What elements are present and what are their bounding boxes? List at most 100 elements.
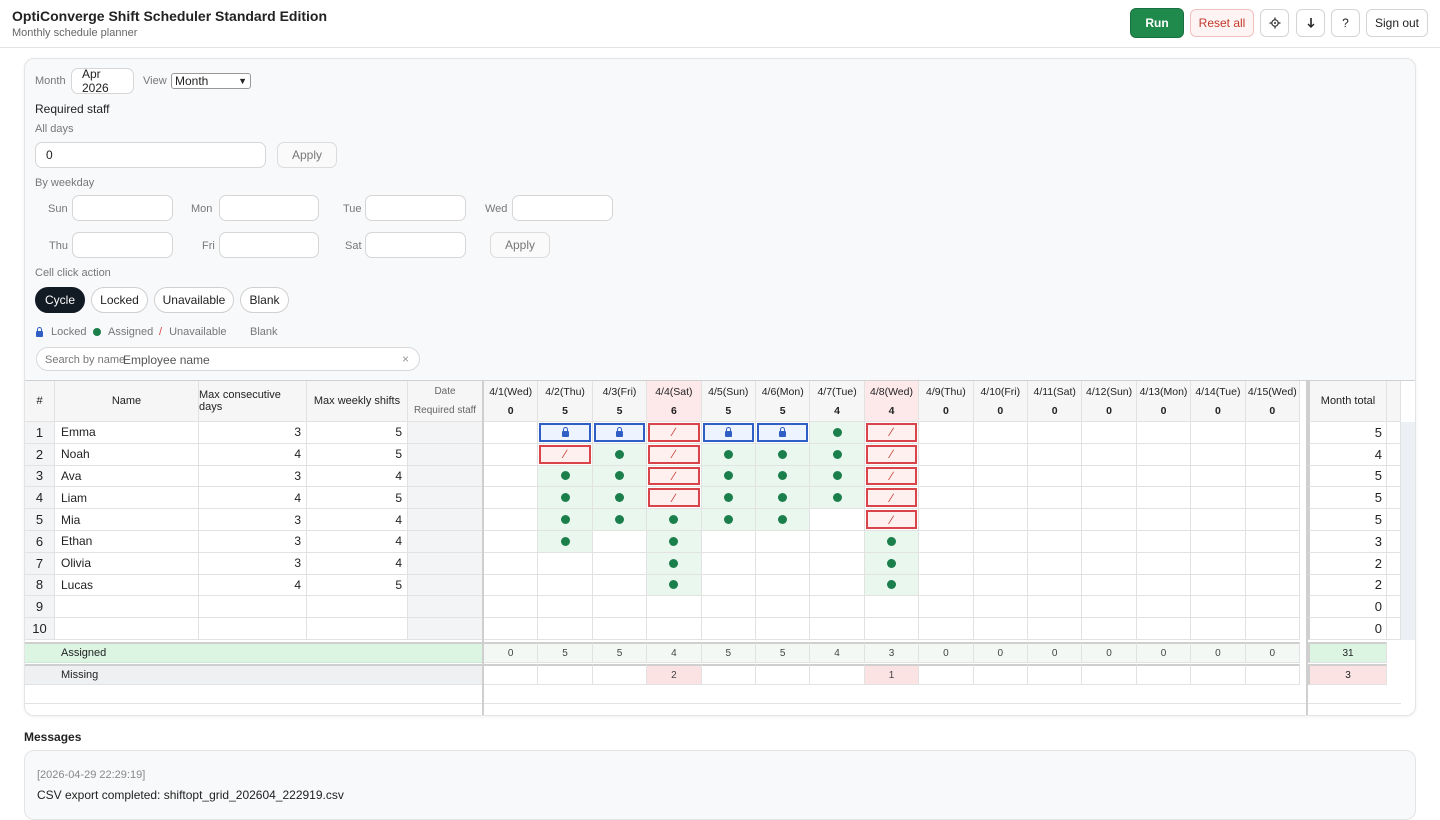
day-header[interactable]: 4/7(Tue) 4 xyxy=(810,381,865,422)
schedule-cell[interactable] xyxy=(864,552,920,575)
schedule-cell[interactable] xyxy=(538,596,593,619)
day-header[interactable]: 4/14(Tue) 0 xyxy=(1191,381,1246,422)
schedule-cell[interactable] xyxy=(1191,552,1246,575)
schedule-cell[interactable] xyxy=(538,552,593,575)
clear-search-icon[interactable]: × xyxy=(402,352,409,366)
day-header[interactable]: 4/9(Thu) 0 xyxy=(919,381,974,422)
schedule-cell[interactable] xyxy=(701,531,756,553)
day-header[interactable]: 4/11(Sat) 0 xyxy=(1028,381,1083,422)
schedule-cell[interactable] xyxy=(1082,531,1137,553)
max-consecutive-cell[interactable]: 4 xyxy=(199,443,307,466)
schedule-cell[interactable] xyxy=(1245,596,1300,619)
schedule-cell[interactable] xyxy=(919,487,974,510)
schedule-cell[interactable] xyxy=(1245,487,1300,510)
schedule-cell[interactable]: ∕ xyxy=(647,443,702,466)
schedule-cell[interactable] xyxy=(919,422,974,444)
max-weekly-cell[interactable]: 5 xyxy=(307,443,408,466)
schedule-cell[interactable] xyxy=(1028,422,1083,444)
reset-all-button[interactable]: Reset all xyxy=(1190,9,1254,37)
schedule-cell[interactable] xyxy=(592,465,648,488)
weekday-input-fri[interactable] xyxy=(219,232,319,258)
schedule-cell[interactable] xyxy=(701,465,756,488)
schedule-cell[interactable] xyxy=(810,574,865,597)
schedule-cell[interactable] xyxy=(701,596,756,619)
schedule-cell[interactable] xyxy=(1191,443,1246,466)
max-consecutive-cell[interactable]: 3 xyxy=(199,509,307,531)
schedule-cell[interactable] xyxy=(1082,618,1137,640)
schedule-cell[interactable] xyxy=(1191,422,1246,444)
employee-name-cell[interactable]: Noah xyxy=(55,443,199,466)
schedule-cell[interactable] xyxy=(1136,465,1192,488)
schedule-cell[interactable] xyxy=(973,465,1028,488)
schedule-cell[interactable] xyxy=(973,422,1028,444)
schedule-cell[interactable] xyxy=(1136,422,1192,444)
schedule-cell[interactable] xyxy=(810,509,865,531)
schedule-cell[interactable] xyxy=(592,509,648,531)
schedule-cell[interactable] xyxy=(538,422,593,444)
schedule-cell[interactable] xyxy=(592,618,648,640)
schedule-cell[interactable] xyxy=(1136,531,1192,553)
schedule-cell[interactable] xyxy=(756,574,811,597)
schedule-cell[interactable] xyxy=(1082,443,1137,466)
apply-all-days-button[interactable]: Apply xyxy=(277,142,337,168)
schedule-cell[interactable] xyxy=(1082,552,1137,575)
schedule-cell[interactable] xyxy=(1082,487,1137,510)
schedule-cell[interactable] xyxy=(647,596,702,619)
run-button[interactable]: Run xyxy=(1130,8,1184,38)
schedule-cell[interactable] xyxy=(1028,487,1083,510)
schedule-cell[interactable] xyxy=(973,443,1028,466)
day-header[interactable]: 4/10(Fri) 0 xyxy=(973,381,1028,422)
schedule-cell[interactable] xyxy=(647,552,702,575)
schedule-cell[interactable] xyxy=(484,443,539,466)
schedule-cell[interactable] xyxy=(1191,574,1246,597)
max-weekly-cell[interactable]: 4 xyxy=(307,509,408,531)
schedule-cell[interactable] xyxy=(701,552,756,575)
schedule-cell[interactable] xyxy=(647,574,702,597)
schedule-cell[interactable] xyxy=(1245,509,1300,531)
schedule-cell[interactable] xyxy=(592,443,648,466)
schedule-cell[interactable] xyxy=(1028,531,1083,553)
schedule-cell[interactable] xyxy=(592,552,648,575)
schedule-cell[interactable] xyxy=(1082,596,1137,619)
employee-name-cell[interactable] xyxy=(55,596,199,619)
schedule-cell[interactable] xyxy=(1191,531,1246,553)
schedule-cell[interactable] xyxy=(919,596,974,619)
schedule-cell[interactable] xyxy=(1082,465,1137,488)
schedule-cell[interactable] xyxy=(973,509,1028,531)
max-consecutive-cell[interactable]: 3 xyxy=(199,422,307,444)
schedule-cell[interactable] xyxy=(1028,509,1083,531)
schedule-cell[interactable]: ∕ xyxy=(864,422,920,444)
max-weekly-cell[interactable]: 4 xyxy=(307,531,408,553)
weekday-input-tue[interactable] xyxy=(365,195,466,221)
max-weekly-cell[interactable]: 4 xyxy=(307,552,408,575)
day-header[interactable]: 4/12(Sun) 0 xyxy=(1082,381,1137,422)
schedule-cell[interactable] xyxy=(484,509,539,531)
employee-name-cell[interactable]: Mia xyxy=(55,509,199,531)
day-header[interactable]: 4/15(Wed) 0 xyxy=(1245,381,1300,422)
schedule-cell[interactable] xyxy=(973,552,1028,575)
schedule-cell[interactable] xyxy=(973,574,1028,597)
schedule-cell[interactable] xyxy=(1191,618,1246,640)
day-header[interactable]: 4/2(Thu) 5 xyxy=(538,381,593,422)
schedule-cell[interactable] xyxy=(1136,596,1192,619)
schedule-cell[interactable] xyxy=(919,531,974,553)
schedule-cell[interactable]: ∕ xyxy=(647,465,702,488)
schedule-cell[interactable] xyxy=(919,465,974,488)
schedule-cell[interactable] xyxy=(1136,618,1192,640)
schedule-cell[interactable] xyxy=(538,509,593,531)
max-weekly-cell[interactable]: 5 xyxy=(307,487,408,510)
schedule-cell[interactable] xyxy=(1028,552,1083,575)
schedule-cell[interactable] xyxy=(701,487,756,510)
day-header[interactable]: 4/3(Fri) 5 xyxy=(592,381,648,422)
schedule-cell[interactable] xyxy=(973,596,1028,619)
schedule-cell[interactable] xyxy=(1136,487,1192,510)
schedule-cell[interactable] xyxy=(810,531,865,553)
sign-out-button[interactable]: Sign out xyxy=(1366,9,1428,37)
schedule-cell[interactable] xyxy=(864,618,920,640)
schedule-cell[interactable] xyxy=(1028,443,1083,466)
action-unavailable-button[interactable]: Unavailable xyxy=(154,287,234,313)
max-consecutive-cell[interactable] xyxy=(199,618,307,640)
schedule-cell[interactable] xyxy=(592,531,648,553)
schedule-cell[interactable] xyxy=(1136,552,1192,575)
employee-name-cell[interactable] xyxy=(55,618,199,640)
